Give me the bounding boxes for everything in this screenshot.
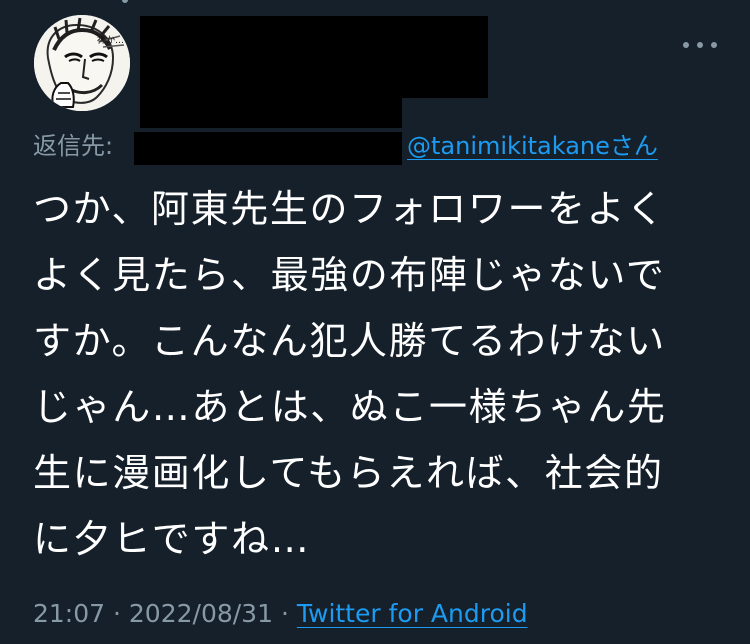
more-horizontal-icon: [711, 42, 717, 48]
more-horizontal-icon: [697, 42, 703, 48]
redacted-display-name: [140, 16, 488, 98]
reply-handle-link[interactable]: @tanimikitakaneさん: [407, 130, 658, 162]
more-options-button[interactable]: [683, 34, 717, 56]
scroll-indicator: [122, 0, 128, 3]
tweet-body: つか、阿東先生のフォロワーをよく よく見たら、最強の布陣じゃないで すか。こんな…: [33, 176, 733, 572]
avatar[interactable]: 神か…: [34, 15, 130, 111]
tweet-text-line: すか。こんなん犯人勝てるわけない: [33, 319, 666, 363]
tweet-detail-screen: 神か… 返信先: @tanimikitakaneさん つか、阿東先生のフォロワー…: [0, 0, 750, 644]
manga-character-avatar-icon: 神か…: [34, 15, 130, 111]
svg-text:神か…: 神か…: [97, 34, 124, 46]
reply-handle-suffix: さん: [609, 132, 658, 160]
tweet-metadata: 21:07 · 2022/08/31 · Twitter for Android: [33, 597, 528, 631]
reply-handle-text: @tanimikitakane: [407, 132, 610, 160]
tweet-text-line: つか、阿東先生のフォロワーをよく: [33, 187, 666, 231]
tweet-date: 2022/08/31: [128, 599, 273, 628]
tweet-text-line: よく見たら、最強の布陣じゃないで: [33, 253, 666, 297]
tweet-text-line: に夕ヒですね…: [33, 517, 311, 561]
more-horizontal-icon: [683, 42, 689, 48]
tweet-text-line: 生に漫画化してもらえれば、社会的: [33, 451, 664, 495]
redacted-reply-recipient: [134, 132, 402, 165]
tweet-source-link[interactable]: Twitter for Android: [297, 599, 528, 628]
tweet-text-line: じゃん…あとは、ぬこ一様ちゃん先: [33, 385, 667, 429]
reply-prefix: 返信先:: [33, 132, 114, 160]
meta-separator: ·: [280, 599, 289, 628]
meta-separator: ·: [113, 599, 121, 628]
tweet-time: 21:07: [33, 599, 106, 628]
redacted-username: [140, 98, 402, 128]
